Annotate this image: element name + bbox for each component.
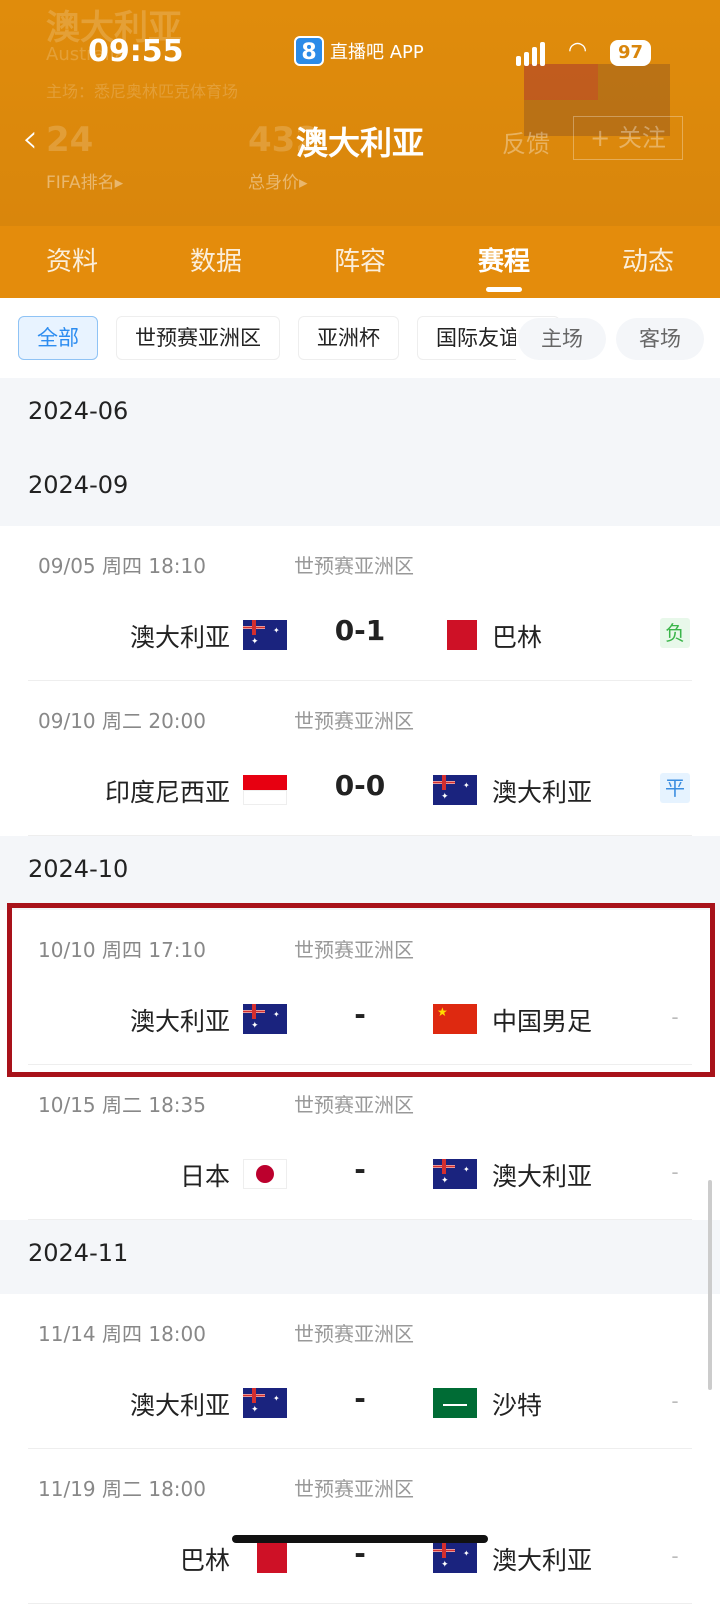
tab-schedule[interactable]: 赛程	[432, 226, 576, 298]
highlight-box	[7, 903, 715, 1077]
home-team: 印度尼西亚	[104, 778, 230, 807]
wifi-icon: ◠	[568, 38, 588, 63]
match-row[interactable]: 10/15 周二 18:35 世预赛亚洲区 日本 - ✦ ✦ 澳大利亚 -	[0, 1065, 720, 1220]
away-team: 澳大利亚	[492, 778, 593, 807]
home-team: 巴林	[179, 1546, 230, 1575]
australia-flag-icon: ✦ ✦	[433, 775, 477, 805]
app-indicator: 8 直播吧 APP	[294, 36, 424, 66]
month-header: 2024-10	[0, 836, 720, 910]
battery-icon: 97	[610, 40, 652, 66]
bahrain-flag-icon	[243, 1543, 287, 1573]
result-badge: 平	[660, 773, 690, 803]
home-stadium: 主场：悉尼奥林匹克体育场	[46, 82, 239, 101]
filter-asian-cup[interactable]: 亚洲杯	[298, 316, 399, 360]
indonesia-flag-icon	[243, 775, 287, 805]
away-team: 巴林	[492, 623, 543, 652]
fifa-rank-label[interactable]: FIFA排名▸	[46, 168, 123, 193]
away-team: 澳大利亚	[492, 1162, 593, 1191]
tab-info[interactable]: 资料	[0, 226, 144, 298]
result-badge: 负	[660, 618, 690, 648]
match-score: -	[354, 1153, 366, 1186]
tab-news[interactable]: 动态	[576, 226, 720, 298]
clock: 09:55	[88, 34, 184, 69]
match-date: 11/14 周四 18:00	[38, 1322, 206, 1346]
match-row[interactable]: 09/05 周四 18:10 世预赛亚洲区 澳大利亚 ✦ ✦ 0-1 巴林 负	[0, 526, 720, 681]
home-team: 日本	[179, 1162, 230, 1191]
match-competition: 世预赛亚洲区	[294, 554, 414, 578]
match-date: 10/15 周二 18:35	[38, 1093, 206, 1117]
tab-bar: 资料 数据 阵容 赛程 动态	[0, 226, 720, 298]
away-team: 沙特	[492, 1391, 543, 1420]
signal-icon	[516, 40, 545, 66]
match-score: -	[354, 1382, 366, 1415]
team-header: 澳大利亚 Australia 主场：悉尼奥林匹克体育场 24 FIFA排名▸ 4…	[0, 0, 720, 226]
venue-filters: 主场 客场	[516, 318, 704, 360]
match-date: 09/10 周二 20:00	[38, 709, 206, 733]
result-badge: -	[671, 1544, 679, 1568]
month-header: 2024-06	[0, 378, 720, 452]
filter-home[interactable]: 主场	[518, 318, 606, 360]
australia-flag-icon: ✦ ✦	[433, 1159, 477, 1189]
month-header: 2024-11	[0, 1220, 720, 1294]
divider	[28, 1219, 692, 1220]
feedback-button[interactable]: 反馈	[502, 124, 550, 159]
home-indicator[interactable]	[232, 1535, 488, 1543]
match-competition: 世预赛亚洲区	[294, 1322, 414, 1346]
bahrain-flag-icon	[433, 620, 477, 650]
match-competition: 世预赛亚洲区	[294, 709, 414, 733]
match-row[interactable]: 09/10 周二 20:00 世预赛亚洲区 印度尼西亚 0-0 ✦ ✦ 澳大利亚 …	[0, 681, 720, 836]
filter-wcq-asia[interactable]: 世预赛亚洲区	[116, 316, 280, 360]
match-row[interactable]: 11/19 周二 18:00 世预赛亚洲区 巴林 - ✦ ✦ 澳大利亚 -	[0, 1449, 720, 1604]
match-score: 0-1	[334, 614, 386, 647]
nav-bar: ‹ 澳大利亚 反馈 + 关注	[0, 112, 720, 166]
match-competition: 世预赛亚洲区	[294, 1093, 414, 1117]
month-header: 2024-09	[0, 452, 720, 526]
australia-flag-icon: ✦ ✦	[433, 1543, 477, 1573]
match-row[interactable]: 11/14 周四 18:00 世预赛亚洲区 澳大利亚 ✦ ✦ - 沙特 -	[0, 1294, 720, 1449]
home-team: 澳大利亚	[129, 1391, 230, 1420]
saudi-flag-icon	[433, 1388, 477, 1418]
status-bar: 09:55 8 直播吧 APP ◠ 97	[0, 30, 720, 76]
filter-all[interactable]: 全部	[18, 316, 98, 360]
australia-flag-icon: ✦ ✦	[243, 1388, 287, 1418]
australia-flag-icon: ✦ ✦	[243, 620, 287, 650]
result-badge: -	[671, 1160, 679, 1184]
match-score: 0-0	[334, 769, 386, 802]
away-team: 澳大利亚	[492, 1546, 593, 1575]
tab-stats[interactable]: 数据	[144, 226, 288, 298]
match-date: 11/19 周二 18:00	[38, 1477, 206, 1501]
home-team: 澳大利亚	[129, 623, 230, 652]
app-name: 直播吧 APP	[330, 42, 424, 63]
total-value-label[interactable]: 总身价▸	[248, 168, 308, 193]
tab-lineup[interactable]: 阵容	[288, 226, 432, 298]
divider	[28, 835, 692, 836]
japan-flag-icon	[243, 1159, 287, 1189]
match-competition: 世预赛亚洲区	[294, 1477, 414, 1501]
filter-away[interactable]: 客场	[616, 318, 704, 360]
app-logo-icon: 8	[294, 36, 324, 66]
follow-button[interactable]: + 关注	[573, 116, 683, 160]
result-badge: -	[671, 1389, 679, 1413]
match-date: 09/05 周四 18:10	[38, 554, 206, 578]
scrollbar[interactable]	[708, 1180, 712, 1390]
